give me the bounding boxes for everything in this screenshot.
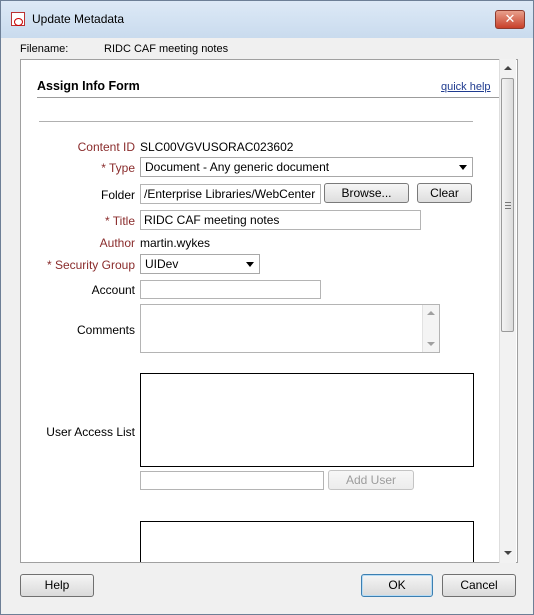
account-label: Account xyxy=(91,283,135,297)
folder-field[interactable]: /Enterprise Libraries/WebCenter xyxy=(140,184,321,204)
title-divider xyxy=(37,97,499,98)
update-metadata-dialog: Update Metadata ✕ Filename: RIDC CAF mee… xyxy=(0,0,534,615)
document-app-icon xyxy=(11,12,25,26)
type-label: * Type xyxy=(101,161,135,175)
form-scrollbar[interactable] xyxy=(499,59,516,563)
content-id-label: Content ID xyxy=(77,140,135,154)
browse-button[interactable]: Browse... xyxy=(324,183,409,203)
filename-value: RIDC CAF meeting notes xyxy=(104,43,229,55)
add-user-input[interactable] xyxy=(140,471,324,490)
author-label: Author xyxy=(99,236,135,250)
author-value: martin.wykes xyxy=(140,236,211,250)
security-group-label: * Security Group xyxy=(46,258,135,272)
quick-help-link[interactable]: quick help xyxy=(441,81,491,93)
scroll-down-icon[interactable] xyxy=(427,342,435,346)
type-select[interactable]: Document - Any generic document xyxy=(140,157,473,177)
scroll-up-icon[interactable] xyxy=(504,66,512,70)
scroll-down-icon[interactable] xyxy=(504,551,512,555)
scrollbar-thumb[interactable] xyxy=(501,78,514,332)
type-select-value: Document - Any generic document xyxy=(145,160,330,174)
grip-icon xyxy=(505,202,511,209)
scroll-up-icon[interactable] xyxy=(427,311,435,315)
title-field[interactable]: RIDC CAF meeting notes xyxy=(140,210,421,230)
section-divider xyxy=(39,121,473,122)
chevron-down-icon xyxy=(459,165,467,170)
account-field[interactable] xyxy=(140,280,321,299)
clear-button[interactable]: Clear xyxy=(417,183,472,203)
title-field-value: RIDC CAF meeting notes xyxy=(144,213,280,227)
chevron-down-icon xyxy=(246,262,254,267)
help-button[interactable]: Help xyxy=(20,574,94,597)
form-title: Assign Info Form xyxy=(37,79,140,93)
secondary-listbox[interactable] xyxy=(140,521,474,562)
title-label: * Title xyxy=(104,214,135,228)
close-button[interactable]: ✕ xyxy=(495,10,525,29)
security-group-select-value: UIDev xyxy=(145,257,179,271)
ok-button[interactable]: OK xyxy=(361,574,433,597)
folder-field-value: /Enterprise Libraries/WebCenter xyxy=(144,187,316,201)
security-group-select[interactable]: UIDev xyxy=(140,254,260,274)
cancel-button[interactable]: Cancel xyxy=(442,574,516,597)
window-title: Update Metadata xyxy=(32,12,125,26)
add-user-button[interactable]: Add User xyxy=(328,470,414,490)
folder-label: Folder xyxy=(100,188,135,202)
user-access-list-label: User Access List xyxy=(46,425,135,439)
filename-label: Filename: xyxy=(20,43,69,55)
close-icon: ✕ xyxy=(504,11,516,26)
user-access-listbox[interactable] xyxy=(140,373,474,467)
assign-info-form-panel: Assign Info Form quick help Content ID S… xyxy=(20,59,518,563)
comments-scrollbar[interactable] xyxy=(422,305,439,352)
title-bar[interactable]: Update Metadata ✕ xyxy=(1,1,533,38)
content-id-value: SLC00VGVUSORAC023602 xyxy=(140,140,294,154)
comments-label: Comments xyxy=(76,323,135,337)
comments-textarea[interactable] xyxy=(140,304,440,353)
